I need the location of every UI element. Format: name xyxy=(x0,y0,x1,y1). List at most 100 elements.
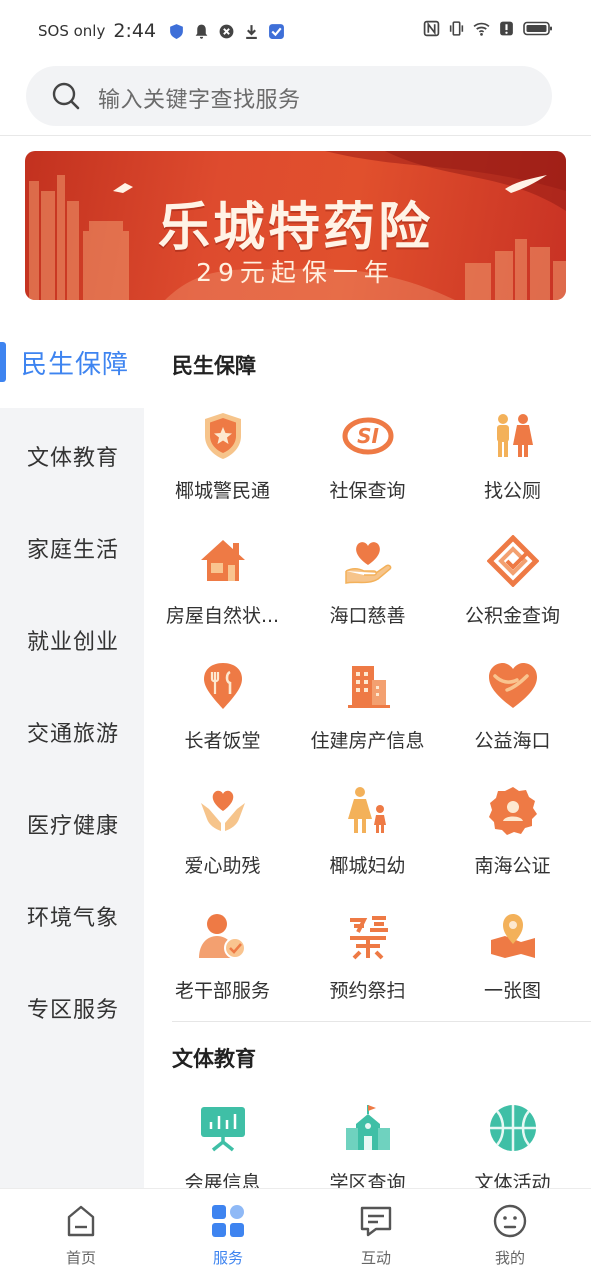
service-item-gongce[interactable]: 找公厕 xyxy=(440,410,585,520)
service-item-fangwu[interactable]: 房屋自然状... xyxy=(150,535,295,645)
service-label: 公积金查询 xyxy=(464,605,560,627)
service-item-zhujian[interactable]: 住建房产信息 xyxy=(295,660,440,770)
tab-profile[interactable]: 我的 xyxy=(470,1203,550,1273)
sidebar-item-jiating[interactable]: 家庭生活 xyxy=(27,532,119,564)
service-item-wenti-huodong[interactable]: 文体活动 xyxy=(440,1102,585,1188)
section-divider xyxy=(172,1021,591,1022)
service-label: 房屋自然状... xyxy=(165,605,280,627)
service-label: 社保查询 xyxy=(329,480,406,502)
wifi-icon xyxy=(473,22,490,36)
chat-icon xyxy=(360,1206,392,1237)
service-item-shebao[interactable]: SI 社保查询 xyxy=(295,410,440,520)
service-label: 椰城警民通 xyxy=(174,480,270,502)
services-grid-icon xyxy=(212,1205,244,1237)
sidebar-item-minsheng[interactable]: 民生保障 xyxy=(0,316,144,408)
service-item-zhucan[interactable]: 爱心助残 xyxy=(150,785,295,895)
alert-icon xyxy=(500,21,513,36)
map-pin-icon xyxy=(491,914,535,958)
sidebar-inactive-list: 文体教育 家庭生活 就业创业 交通旅游 医疗健康 环境气象 专区服务 xyxy=(0,408,144,1188)
mother-child-icon xyxy=(348,787,386,833)
service-label: 一张图 xyxy=(483,980,541,1002)
service-content: 民生保障 椰城警民通 SI 社保查询 找公厕 房屋自然状... 海口慈善 公积金… xyxy=(144,316,591,1188)
section-title: 民生保障 xyxy=(172,354,256,378)
tab-home[interactable]: 首页 xyxy=(41,1203,121,1273)
social-security-icon: SI xyxy=(342,417,394,455)
charity-heart-hand-icon xyxy=(345,542,392,584)
building-icon xyxy=(348,666,390,708)
tab-label: 服务 xyxy=(212,1249,243,1267)
tomb-sweeping-icon xyxy=(350,916,388,960)
service-item-cishan[interactable]: 海口慈善 xyxy=(295,535,440,645)
tab-label: 互动 xyxy=(360,1249,391,1267)
basketball-icon xyxy=(490,1105,536,1151)
public-welfare-heart-icon xyxy=(489,663,537,708)
service-item-jingmintong[interactable]: 椰城警民通 xyxy=(150,410,295,520)
service-item-huizhan[interactable]: 会展信息 xyxy=(150,1102,295,1188)
sidebar-item-wenti[interactable]: 文体教育 xyxy=(27,440,119,472)
service-item-gongzheng[interactable]: 南海公证 xyxy=(440,785,585,895)
shield-icon xyxy=(170,23,183,39)
section-title: 文体教育 xyxy=(172,1047,256,1071)
app-notification-icon xyxy=(269,23,284,39)
service-item-xuequ[interactable]: 学区查询 xyxy=(295,1102,440,1188)
service-item-yizhangtu[interactable]: 一张图 xyxy=(440,910,585,1020)
service-label: 文体活动 xyxy=(474,1172,551,1188)
bottom-tab-bar: 首页 服务 互动 我的 xyxy=(0,1188,591,1280)
caring-hands-icon xyxy=(201,790,245,831)
sidebar-item-yiliao[interactable]: 医疗健康 xyxy=(27,808,119,840)
bell-icon xyxy=(195,24,208,39)
housing-fund-icon xyxy=(487,535,539,587)
service-label: 爱心助残 xyxy=(184,855,261,877)
service-item-fantang[interactable]: 长者饭堂 xyxy=(150,660,295,770)
search-bar-container: 输入关键字查找服务 xyxy=(0,64,591,136)
sidebar-item-jiuye[interactable]: 就业创业 xyxy=(27,624,119,656)
service-item-gongjijin[interactable]: 公积金查询 xyxy=(440,535,585,645)
canteen-icon xyxy=(204,663,242,709)
block-icon xyxy=(219,24,234,38)
service-item-gongyi[interactable]: 公益海口 xyxy=(440,660,585,770)
category-sidebar: 民生保障 文体教育 家庭生活 就业创业 交通旅游 医疗健康 环境气象 专区服务 xyxy=(0,316,144,1188)
restroom-icon xyxy=(497,414,533,457)
sidebar-item-huanjing[interactable]: 环境气象 xyxy=(27,900,119,932)
sidebar-item-jiaotong[interactable]: 交通旅游 xyxy=(27,716,119,748)
service-label: 学区查询 xyxy=(329,1172,406,1188)
svg-text:SI: SI xyxy=(357,424,379,448)
tab-services[interactable]: 服务 xyxy=(188,1203,268,1273)
tab-label: 首页 xyxy=(65,1249,96,1267)
service-label: 预约祭扫 xyxy=(329,980,406,1002)
banner-title: 乐城特药险 xyxy=(157,198,433,258)
house-icon xyxy=(201,540,245,581)
police-badge-icon xyxy=(205,413,241,459)
service-label: 长者饭堂 xyxy=(184,730,261,752)
carrier-text: SOS only xyxy=(38,22,106,40)
home-icon xyxy=(67,1205,95,1237)
school-icon xyxy=(346,1105,390,1150)
tab-interaction[interactable]: 互动 xyxy=(336,1203,416,1273)
promo-banner[interactable]: 乐城特药险 29元起保一年 xyxy=(25,151,566,300)
banner-subtitle: 29元起保一年 xyxy=(196,258,395,287)
download-icon xyxy=(246,24,257,39)
active-indicator xyxy=(0,342,6,382)
profile-face-icon xyxy=(493,1204,527,1238)
vibrate-icon xyxy=(449,21,464,36)
status-time: 2:44 xyxy=(113,20,157,42)
sidebar-item-label: 民生保障 xyxy=(21,350,130,380)
exhibition-board-icon xyxy=(201,1107,245,1152)
veteran-cadre-icon xyxy=(199,914,246,959)
service-label: 南海公证 xyxy=(474,855,551,877)
service-item-jisao[interactable]: 预约祭扫 xyxy=(295,910,440,1020)
tab-label: 我的 xyxy=(494,1249,525,1267)
search-icon xyxy=(52,82,80,110)
service-item-fuyou[interactable]: 椰城妇幼 xyxy=(295,785,440,895)
search-input[interactable]: 输入关键字查找服务 xyxy=(26,66,552,126)
sidebar-item-zhuanqu[interactable]: 专区服务 xyxy=(27,992,119,1024)
service-label: 椰城妇幼 xyxy=(329,855,406,877)
service-label: 老干部服务 xyxy=(174,980,270,1002)
service-label: 会展信息 xyxy=(184,1172,261,1188)
service-label: 海口慈善 xyxy=(329,605,406,627)
status-bar: SOS only 2:44 xyxy=(0,0,591,64)
service-label: 公益海口 xyxy=(474,730,551,752)
nfc-icon xyxy=(423,20,440,37)
service-item-laoganbu[interactable]: 老干部服务 xyxy=(150,910,295,1020)
service-label: 找公厕 xyxy=(483,480,541,502)
